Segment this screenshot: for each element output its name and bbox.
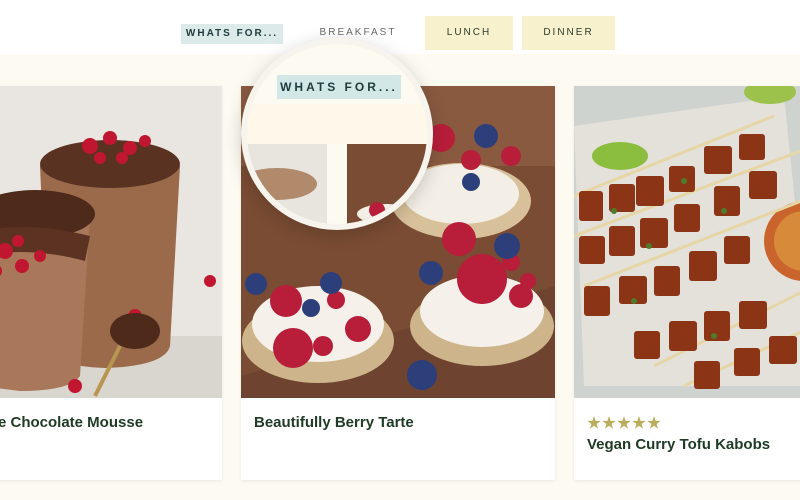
magnified-card-photo xyxy=(247,144,327,224)
star-icon xyxy=(602,416,616,429)
star-icon xyxy=(587,416,601,429)
recipe-card-chocolate-mousse[interactable]: e Chocolate Mousse xyxy=(0,86,222,480)
recipe-title[interactable]: Beautifully Berry Tarte xyxy=(254,414,414,431)
rating-stars xyxy=(587,416,661,430)
star-icon xyxy=(647,416,661,429)
magnified-card-photo xyxy=(347,144,427,224)
recipe-card-tofu-kabobs[interactable]: Vegan Curry Tofu Kabobs xyxy=(574,86,800,480)
recipe-photo[interactable] xyxy=(0,86,222,398)
recipe-title[interactable]: Vegan Curry Tofu Kabobs xyxy=(587,436,770,453)
top-filter-bar: WHATS FOR... BREAKFAST LUNCH DINNER xyxy=(0,0,800,54)
tab-dinner[interactable]: DINNER xyxy=(522,16,615,50)
tab-lunch[interactable]: LUNCH xyxy=(425,16,513,50)
magnified-whats-for-label: WHATS FOR... xyxy=(277,75,401,99)
recipe-title[interactable]: e Chocolate Mousse xyxy=(0,414,143,431)
magnified-band xyxy=(247,104,427,144)
whats-for-label: WHATS FOR... xyxy=(181,24,283,44)
recipe-photo[interactable] xyxy=(574,86,800,398)
star-icon xyxy=(617,416,631,429)
star-icon xyxy=(632,416,646,429)
magnifier-lens: WHATS FOR... xyxy=(241,38,433,230)
